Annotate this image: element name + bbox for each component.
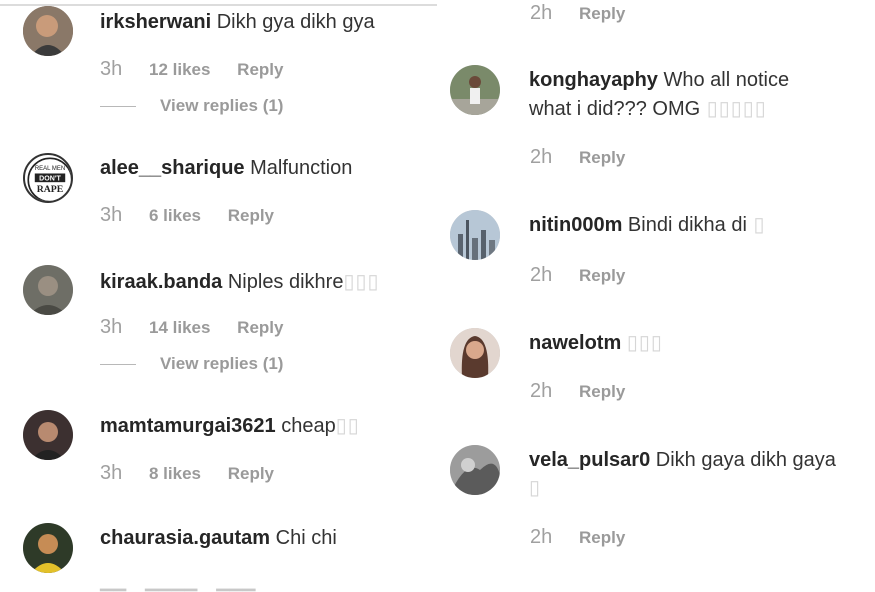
- comment-text: alee__sharique Malfunction: [100, 154, 352, 182]
- reply-button[interactable]: Reply: [228, 206, 274, 225]
- timestamp[interactable]: 2h: [530, 264, 552, 286]
- view-replies-label: View replies (1): [160, 354, 284, 373]
- reply-button[interactable]: Reply: [579, 382, 625, 401]
- comment-meta: 3h 12 likes Reply: [100, 58, 283, 81]
- comment-meta: 3h 14 likes Reply: [100, 316, 283, 339]
- comment-text: kiraak.banda Niples dikhre▯▯▯: [100, 268, 380, 296]
- emoji-glyphs: ▯▯▯: [343, 271, 380, 293]
- comment-body: what i did??? OMG: [529, 98, 701, 120]
- profile-photo-icon: [23, 265, 73, 315]
- avatar[interactable]: [23, 410, 73, 460]
- comment-meta: 2h Reply: [530, 146, 625, 169]
- reply-button[interactable]: Reply: [579, 528, 625, 547]
- comment-text: irksherwani Dikh gya dikh gya: [100, 8, 375, 36]
- divider: [0, 4, 437, 6]
- timestamp[interactable]: 3h: [100, 58, 122, 80]
- emoji-glyphs: ▯: [529, 477, 542, 499]
- comment-body: Who all notice: [663, 69, 790, 91]
- profile-photo-icon: [450, 445, 500, 495]
- reply-button[interactable]: Reply: [228, 464, 274, 483]
- avatar[interactable]: [450, 445, 500, 495]
- emoji-glyphs: ▯: [746, 214, 766, 236]
- timestamp[interactable]: 2h: [530, 146, 552, 168]
- comment-meta: 2h Reply: [530, 526, 625, 549]
- comment-meta: 2h Reply: [530, 380, 625, 403]
- likes-count[interactable]: 6 likes: [149, 206, 201, 225]
- likes-count[interactable]: 8 likes: [149, 464, 201, 483]
- svg-text:DON'T: DON'T: [39, 176, 61, 183]
- timestamp[interactable]: 3h: [100, 316, 122, 338]
- profile-photo-icon: [23, 523, 73, 573]
- comment-text: chaurasia.gautam Chi chi: [100, 524, 337, 552]
- username-link[interactable]: konghayaphy: [529, 69, 658, 91]
- comment-body: Malfunction: [250, 157, 353, 179]
- avatar[interactable]: [23, 523, 73, 573]
- comment-text: nawelotm ▯▯▯: [529, 329, 663, 357]
- reply-button[interactable]: Reply: [237, 318, 283, 337]
- emoji-glyphs: ▯▯▯: [626, 332, 663, 354]
- username-link[interactable]: mamtamurgai3621: [100, 415, 276, 437]
- avatar[interactable]: [450, 65, 500, 115]
- likes-count[interactable]: 14 likes: [149, 318, 210, 337]
- comment-text: mamtamurgai3621 cheap▯▯: [100, 412, 360, 440]
- username-link[interactable]: chaurasia.gautam: [100, 527, 270, 549]
- comment-body: Dikh gya dikh gya: [216, 11, 375, 33]
- timestamp[interactable]: 2h: [530, 380, 552, 402]
- view-replies-button[interactable]: View replies (1): [100, 354, 283, 374]
- divider: [100, 106, 136, 108]
- avatar[interactable]: [23, 6, 73, 56]
- timestamp[interactable]: 2h: [530, 2, 552, 24]
- comment-text-line2: ▯: [529, 474, 541, 502]
- view-replies-button[interactable]: View replies (1): [100, 96, 283, 116]
- comment-text-line2: what i did??? OMG ▯▯▯▯▯: [529, 95, 767, 123]
- view-replies-label: View replies (1): [160, 96, 284, 115]
- logo-badge-icon: REAL MEN DON'T RAPE: [27, 157, 71, 201]
- svg-text:REAL MEN: REAL MEN: [35, 166, 65, 172]
- right-comments-column: 2h Reply konghayaphy Who all notice what…: [440, 0, 875, 583]
- username-link[interactable]: nitin000m: [529, 214, 622, 236]
- comment-body: cheap: [281, 415, 336, 437]
- username-link[interactable]: vela_pulsar0: [529, 449, 650, 471]
- timestamp[interactable]: 3h: [100, 462, 122, 484]
- username-link[interactable]: kiraak.banda: [100, 271, 222, 293]
- avatar[interactable]: [23, 265, 73, 315]
- profile-photo-icon: [450, 328, 500, 378]
- comment-meta-cropped: ▁▁ ▁▁▁▁ ▁▁▁: [100, 572, 256, 591]
- svg-text:RAPE: RAPE: [37, 184, 64, 195]
- emoji-glyphs: ▯▯: [335, 415, 360, 437]
- comment-meta: 2h Reply: [530, 2, 625, 25]
- avatar[interactable]: [450, 210, 500, 260]
- avatar[interactable]: REAL MEN DON'T RAPE: [23, 153, 73, 203]
- reply-button[interactable]: Reply: [579, 4, 625, 23]
- username-link[interactable]: nawelotm: [529, 332, 621, 354]
- profile-photo-icon: [23, 410, 73, 460]
- avatar[interactable]: [450, 328, 500, 378]
- comment-meta: 3h 6 likes Reply: [100, 204, 274, 227]
- likes-count[interactable]: 12 likes: [149, 60, 210, 79]
- username-link[interactable]: alee__sharique: [100, 157, 245, 179]
- comment-text: vela_pulsar0 Dikh gaya dikh gaya: [529, 446, 836, 474]
- comment-body: Niples dikhre: [227, 271, 344, 293]
- city-photo-icon: [450, 210, 500, 260]
- comment-meta: 2h Reply: [530, 264, 625, 287]
- comment-body: Bindi dikha di: [627, 214, 747, 236]
- comment-meta: 3h 8 likes Reply: [100, 462, 274, 485]
- divider: [100, 364, 136, 366]
- timestamp[interactable]: 2h: [530, 526, 552, 548]
- profile-photo-icon: [23, 6, 73, 56]
- left-comments-column: irksherwani Dikh gya dikh gya 3h 12 like…: [0, 0, 440, 591]
- comment-text: nitin000m Bindi dikha di ▯: [529, 211, 765, 239]
- profile-photo-icon: [450, 65, 500, 115]
- comment-text: konghayaphy Who all notice: [529, 66, 789, 94]
- timestamp[interactable]: 3h: [100, 204, 122, 226]
- username-link[interactable]: irksherwani: [100, 11, 211, 33]
- reply-button[interactable]: Reply: [237, 60, 283, 79]
- reply-button[interactable]: Reply: [579, 148, 625, 167]
- reply-button[interactable]: Reply: [579, 266, 625, 285]
- comment-body: Chi chi: [275, 527, 337, 549]
- emoji-glyphs: ▯▯▯▯▯: [700, 98, 767, 120]
- comment-body: Dikh gaya dikh gaya: [655, 449, 836, 471]
